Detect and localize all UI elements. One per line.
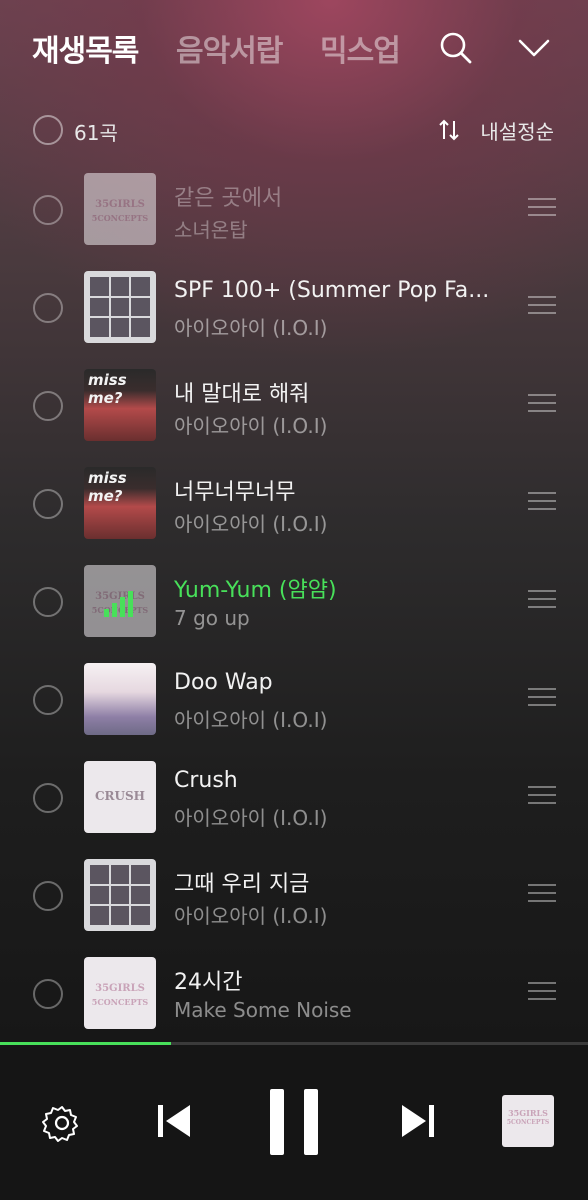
header: 재생목록 음악서랍 믹스업: [0, 0, 588, 100]
now-playing-album-art[interactable]: 35GIRLS 5CONCEPTS: [502, 1095, 554, 1147]
drag-handle-icon[interactable]: [528, 688, 556, 708]
drag-handle-icon[interactable]: [528, 590, 556, 610]
list-item[interactable]: 35GIRLS 5CONCEPTS 같은 곳에서소녀온탑: [0, 160, 588, 258]
sort-arrows-icon[interactable]: [438, 118, 460, 142]
next-icon[interactable]: [398, 1101, 438, 1141]
song-title: 24시간: [174, 970, 243, 995]
drag-handle-icon[interactable]: [528, 394, 556, 414]
album-art: miss me?: [84, 467, 156, 539]
art-tile: [131, 906, 150, 925]
drag-handle-icon[interactable]: [528, 296, 556, 316]
row-checkbox[interactable]: [33, 783, 63, 813]
song-artist: 7 go up: [174, 606, 250, 630]
song-title: 내 말대로 해줘: [174, 382, 310, 407]
art-tile: [131, 318, 150, 337]
row-checkbox[interactable]: [33, 391, 63, 421]
art-tile: [90, 906, 109, 925]
album-art: 35GIRLS 5CONCEPTS: [84, 173, 156, 245]
song-artist: 아이오아이 (I.O.I): [174, 904, 328, 928]
art-tile: [110, 297, 130, 317]
now-playing-equalizer-icon: [104, 585, 136, 617]
search-icon[interactable]: [436, 28, 476, 68]
sort-order-button[interactable]: 내설정순: [480, 116, 554, 145]
player-bar: 35GIRLS 5CONCEPTS: [0, 1045, 588, 1200]
song-title: Yum-Yum (얌얌): [174, 578, 337, 603]
album-art-text: 5CONCEPTS: [91, 997, 149, 1007]
art-tile: [131, 865, 150, 884]
previous-icon[interactable]: [154, 1101, 194, 1141]
list-item[interactable]: CRUSH Crush 아이오아이 (I.O.I): [0, 748, 588, 846]
art-tile: [110, 318, 130, 337]
song-title: 그때 우리 지금: [174, 872, 310, 897]
song-artist: 아이오아이 (I.O.I): [174, 806, 328, 830]
art-tile: [90, 318, 109, 337]
list-item[interactable]: SPF 100+ (Summer Pop Fa... 아이오아이 (I.O.I): [0, 258, 588, 356]
song-title: 같은 곳에서: [174, 186, 283, 211]
album-art: 35GIRLS 5CONCEPTS: [84, 957, 156, 1029]
art-tile: [90, 297, 109, 317]
list-item[interactable]: miss me? 너무너무너무아이오아이 (I.O.I): [0, 454, 588, 552]
pause-icon[interactable]: [266, 1087, 322, 1157]
song-artist: 아이오아이 (I.O.I): [174, 316, 328, 340]
art-tile: [110, 885, 130, 905]
album-art: miss me?: [84, 369, 156, 441]
drag-handle-icon[interactable]: [528, 982, 556, 1002]
row-checkbox[interactable]: [33, 979, 63, 1009]
art-tile: [90, 277, 109, 296]
settings-icon[interactable]: [42, 1103, 82, 1143]
tab-playlist[interactable]: 재생목록: [32, 26, 139, 70]
album-art: [84, 271, 156, 343]
album-art-text: 35GIRLS: [508, 1108, 548, 1118]
row-checkbox[interactable]: [33, 587, 63, 617]
chevron-down-icon[interactable]: [514, 28, 554, 68]
album-art-text: CRUSH: [95, 789, 145, 803]
album-art: [84, 859, 156, 931]
art-tile: [110, 906, 130, 925]
album-art: [84, 663, 156, 735]
list-item[interactable]: 35GIRLS 5CONCEPTS 24시간 Make Some Noise: [0, 944, 588, 1042]
song-artist: 소녀온탑: [174, 218, 248, 242]
song-title: 너무너무너무: [174, 480, 296, 505]
drag-handle-icon[interactable]: [528, 198, 556, 218]
art-tile: [131, 297, 150, 317]
art-tile: [90, 865, 109, 884]
row-checkbox[interactable]: [33, 489, 63, 519]
sort-bar: 61곡 내설정순: [0, 110, 588, 150]
list-item[interactable]: miss me? 내 말대로 해줘아이오아이 (I.O.I): [0, 356, 588, 454]
song-title: Doo Wap: [174, 670, 273, 695]
row-checkbox[interactable]: [33, 293, 63, 323]
album-art-text: miss me?: [88, 371, 127, 407]
song-artist: 아이오아이 (I.O.I): [174, 414, 328, 438]
select-all-checkbox[interactable]: [33, 115, 63, 145]
song-artist: 아이오아이 (I.O.I): [174, 512, 328, 536]
album-art-text: 35GIRLS: [95, 983, 145, 994]
list-item[interactable]: 35GIRLS5CONCEPTSYum-Yum (얌얌)7 go up: [0, 552, 588, 650]
art-tile: [90, 885, 109, 905]
song-artist: Make Some Noise: [174, 998, 352, 1022]
song-title: Crush: [174, 768, 238, 793]
art-tile: [110, 277, 130, 296]
drag-handle-icon[interactable]: [528, 492, 556, 512]
song-artist: 아이오아이 (I.O.I): [174, 708, 328, 732]
tab-music-drawer[interactable]: 음악서랍: [176, 26, 283, 70]
tab-mixup[interactable]: 믹스업: [320, 26, 401, 70]
drag-handle-icon[interactable]: [528, 884, 556, 904]
row-checkbox[interactable]: [33, 685, 63, 715]
album-art: CRUSH: [84, 761, 156, 833]
song-count: 61곡: [74, 121, 118, 145]
album-art-text: 35GIRLS: [95, 199, 145, 210]
song-title: SPF 100+ (Summer Pop Fa...: [174, 278, 490, 303]
list-item[interactable]: 그때 우리 지금아이오아이 (I.O.I): [0, 846, 588, 944]
row-checkbox[interactable]: [33, 881, 63, 911]
art-tile: [110, 865, 130, 884]
art-tile: [131, 277, 150, 296]
album-art-text: 5CONCEPTS: [91, 213, 149, 223]
row-checkbox[interactable]: [33, 195, 63, 225]
art-tile: [131, 885, 150, 905]
album-art-text: miss me?: [88, 469, 127, 505]
album-art-text: 5CONCEPTS: [506, 1119, 550, 1126]
drag-handle-icon[interactable]: [528, 786, 556, 806]
list-item[interactable]: Doo Wap 아이오아이 (I.O.I): [0, 650, 588, 748]
